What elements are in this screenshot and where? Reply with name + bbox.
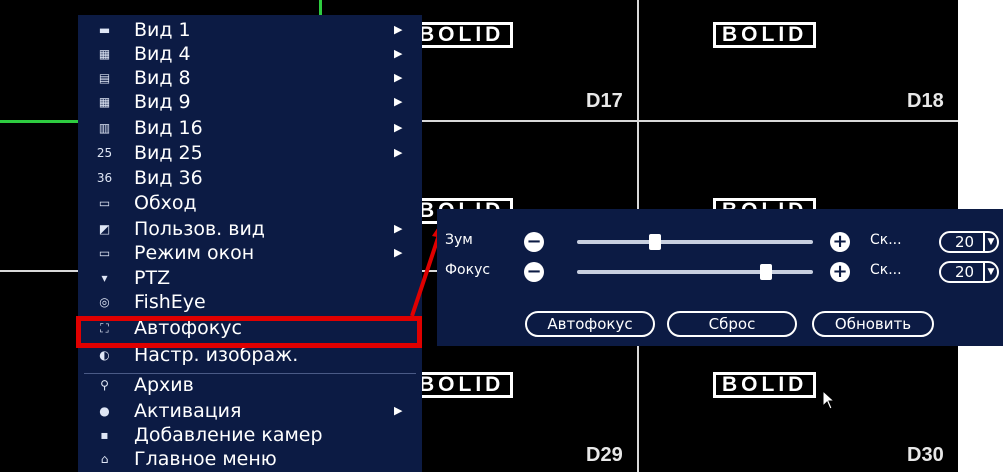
- menu-item-view-8[interactable]: ▤ Вид 8 ▶: [78, 66, 422, 90]
- camera-tile-d17[interactable]: BOLID D17: [410, 0, 637, 120]
- menu-item-view-1[interactable]: ▬ Вид 1 ▶: [78, 18, 422, 42]
- zoom-plus-button[interactable]: +: [830, 232, 850, 252]
- menu-item-view-4[interactable]: ▦ Вид 4 ▶: [78, 42, 422, 66]
- menu-item-window-mode[interactable]: ▭ Режим окон ▶: [78, 241, 422, 265]
- menu-item-main-menu[interactable]: ⌂ Главное меню: [78, 447, 422, 471]
- menu-item-label: PTZ: [134, 267, 171, 289]
- submenu-arrow-icon: ▶: [394, 71, 403, 84]
- submenu-arrow-icon: ▶: [394, 95, 403, 108]
- grid-8-icon: ▤: [98, 71, 111, 85]
- camera-label: D29: [586, 444, 623, 466]
- menu-item-fisheye[interactable]: ◎ FishEye: [78, 290, 422, 314]
- reset-button[interactable]: Сброс: [667, 311, 797, 337]
- custom-view-icon: ◩: [98, 222, 111, 236]
- grid-16-icon: ▥: [98, 121, 111, 135]
- menu-item-label: Вид 16: [134, 117, 203, 139]
- menu-item-custom-view[interactable]: ◩ Пользов. вид ▶: [78, 217, 422, 241]
- zoom-slider-handle[interactable]: [648, 234, 661, 250]
- menu-item-view-25[interactable]: 25 Вид 25 ▶: [78, 141, 422, 165]
- camera-label: D18: [907, 90, 944, 112]
- chevron-down-icon: ▼: [983, 233, 997, 251]
- menu-item-label: Режим окон: [134, 242, 255, 264]
- bolid-logo: BOLID: [410, 372, 514, 398]
- menu-item-ptz[interactable]: ▾ PTZ: [78, 266, 422, 290]
- zoom-slider-track[interactable]: [577, 240, 813, 244]
- menu-item-activation[interactable]: ● Активация ▶: [78, 399, 422, 423]
- submenu-arrow-icon: ▶: [394, 47, 403, 60]
- context-menu: ▬ Вид 1 ▶ ▦ Вид 4 ▶ ▤ Вид 8 ▶ ▦ Вид 9 ▶ …: [78, 15, 422, 472]
- menu-item-label: Вид 1: [134, 19, 191, 41]
- grid-25-icon: 25: [96, 146, 113, 160]
- camera-label: D17: [586, 90, 623, 112]
- menu-item-view-9[interactable]: ▦ Вид 9 ▶: [78, 90, 422, 114]
- camera-tile-d18[interactable]: BOLID D18: [639, 0, 958, 120]
- zoom-minus-button[interactable]: −: [524, 232, 544, 252]
- submenu-arrow-icon: ▶: [394, 246, 403, 259]
- zoom-speed-label: Ск...: [870, 232, 902, 248]
- grid-9-icon: ▦: [98, 95, 111, 109]
- mouse-cursor-icon: [822, 390, 836, 410]
- grid-36-icon: 36: [96, 171, 113, 185]
- ptz-camera-icon: ▾: [101, 271, 108, 285]
- autofocus-panel: Зум − + Ск... 20 ▼ Фокус − + Ск... 20 ▼ …: [437, 209, 1003, 346]
- camera-tile-d30[interactable]: BOLID D30: [639, 346, 958, 472]
- search-icon: ⚲: [100, 378, 109, 392]
- menu-item-label: FishEye: [134, 291, 206, 313]
- focus-minus-button[interactable]: −: [524, 262, 544, 282]
- focus-plus-button[interactable]: +: [830, 262, 850, 282]
- bolid-logo: BOLID: [713, 22, 817, 48]
- menu-item-archive[interactable]: ⚲ Архив: [78, 373, 422, 397]
- focus-slider-handle[interactable]: [759, 264, 772, 280]
- focus-speed-value: 20: [955, 263, 975, 281]
- submenu-arrow-icon: ▶: [394, 146, 403, 159]
- home-icon: ⌂: [100, 452, 109, 466]
- menu-item-label: Активация: [134, 400, 242, 422]
- focus-slider-track[interactable]: [577, 270, 813, 274]
- sequence-icon: ▭: [98, 196, 111, 210]
- chevron-down-icon: ▼: [983, 263, 997, 281]
- menu-item-label: Пользов. вид: [134, 218, 265, 240]
- camera-tile-d29[interactable]: BOLID D29: [410, 346, 637, 472]
- focus-label: Фокус: [445, 262, 491, 278]
- monitor-icon: ▭: [98, 246, 111, 260]
- submenu-arrow-icon: ▶: [394, 121, 403, 134]
- menu-item-view-16[interactable]: ▥ Вид 16 ▶: [78, 116, 422, 140]
- menu-item-label: Вид 25: [134, 142, 203, 164]
- focus-speed-label: Ск...: [870, 262, 902, 278]
- zoom-label: Зум: [445, 232, 473, 248]
- autofocus-button[interactable]: Автофокус: [525, 311, 655, 337]
- camera-label: D30: [907, 444, 944, 466]
- submenu-arrow-icon: ▶: [394, 222, 403, 235]
- submenu-arrow-icon: ▶: [394, 404, 403, 417]
- menu-item-label: Вид 4: [134, 43, 191, 65]
- autofocus-highlight-box: [76, 316, 422, 348]
- menu-item-label: Вид 9: [134, 91, 191, 113]
- motion-indicator: [0, 120, 78, 123]
- add-camera-icon: ▪: [100, 428, 109, 442]
- menu-item-add-cameras[interactable]: ▪ Добавление камер: [78, 423, 422, 447]
- menu-item-label: Добавление камер: [134, 424, 323, 446]
- image-settings-icon: ◐: [99, 348, 110, 362]
- menu-item-label: Главное меню: [134, 448, 277, 470]
- fisheye-icon: ◎: [99, 295, 110, 309]
- menu-item-label: Архив: [134, 374, 194, 396]
- grid-1-icon: ▬: [98, 23, 111, 37]
- focus-speed-select[interactable]: 20 ▼: [939, 261, 999, 283]
- motion-indicator: [319, 0, 322, 15]
- zoom-speed-select[interactable]: 20 ▼: [939, 231, 999, 253]
- menu-item-label: Вид 8: [134, 67, 191, 89]
- bolid-logo: BOLID: [713, 372, 817, 398]
- refresh-button[interactable]: Обновить: [812, 311, 934, 337]
- menu-item-label: Обход: [134, 192, 197, 214]
- zoom-speed-value: 20: [955, 233, 975, 251]
- menu-item-label: Вид 36: [134, 167, 203, 189]
- grid-4-icon: ▦: [98, 47, 111, 61]
- bolid-logo: BOLID: [410, 22, 514, 48]
- menu-item-sequence[interactable]: ▭ Обход: [78, 191, 422, 215]
- submenu-arrow-icon: ▶: [394, 23, 403, 36]
- menu-item-view-36[interactable]: 36 Вид 36: [78, 166, 422, 190]
- activation-icon: ●: [99, 404, 110, 418]
